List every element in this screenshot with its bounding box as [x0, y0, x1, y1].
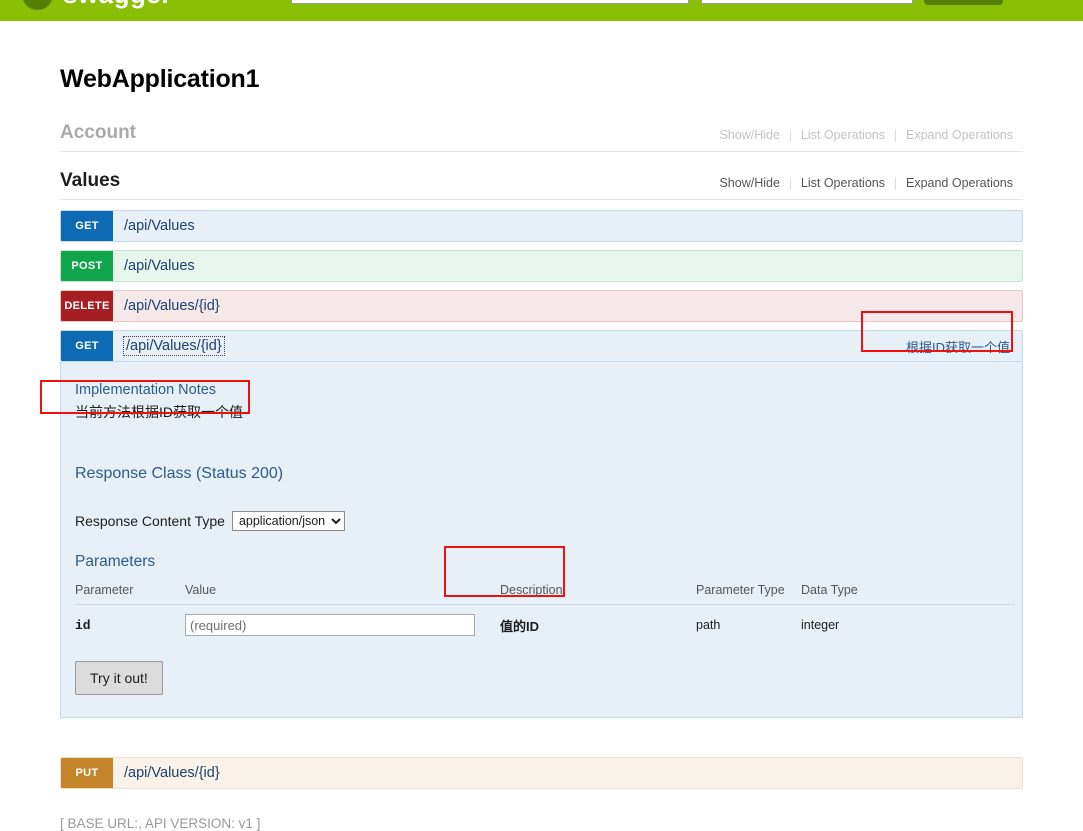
endpoint-get-values: GET /api/Values — [60, 210, 1023, 242]
try-it-out-button[interactable]: Try it out! — [75, 661, 163, 695]
method-badge-get: GET — [61, 331, 113, 361]
cell-parameter-description: 值的ID — [500, 618, 540, 634]
explore-form: Explore — [291, 0, 1004, 5]
table-header-row: Parameter Value Description Parameter Ty… — [75, 580, 1015, 605]
operation-path[interactable]: /api/Values/{id} — [124, 765, 220, 781]
response-content-type-label: Response Content Type — [75, 513, 225, 529]
cell-parameter-type: path — [696, 618, 721, 632]
list-operations-link-values[interactable]: List Operations — [791, 176, 895, 190]
footer-base-url-label: BASE URL: — [67, 816, 139, 831]
method-badge-put: PUT — [61, 758, 113, 788]
operation-path[interactable]: /api/Values/{id} — [124, 298, 220, 314]
th-parameter-type: Parameter Type — [696, 580, 801, 605]
resource-ops-links-values: Show/Hide List Operations Expand Operati… — [709, 176, 1023, 192]
response-class-heading: Response Class (Status 200) — [75, 465, 284, 482]
swagger-topbar: {…} swagger Explore — [0, 0, 1083, 21]
th-parameter: Parameter — [75, 580, 185, 605]
footer-open-bracket: [ — [60, 816, 64, 831]
method-badge-delete: DELETE — [61, 291, 113, 321]
operation-details-panel: Implementation Notes 当前方法根据ID获取一个值 Respo… — [60, 362, 1023, 718]
th-description: Description — [500, 580, 696, 605]
response-content-type-row: Response Content Type application/json — [75, 511, 1022, 531]
api-key-input[interactable] — [701, 0, 913, 4]
method-badge-post: POST — [61, 251, 113, 281]
show-hide-link-values[interactable]: Show/Hide — [709, 176, 789, 190]
operation-row[interactable]: GET /api/Values — [60, 210, 1023, 242]
endpoint-list: GET /api/Values POST /api/Values DELETE … — [60, 210, 1023, 789]
endpoint-get-values-id: GET /api/Values/{id} 根据ID获取一个值 Implement… — [60, 330, 1023, 718]
response-content-type-select[interactable]: application/json — [231, 511, 345, 531]
implementation-notes-text: 当前方法根据ID获取一个值 — [75, 404, 243, 420]
operation-path[interactable]: /api/Values — [124, 258, 195, 274]
resource-values: Values Show/Hide List Operations Expand … — [60, 170, 1023, 789]
endpoint-post-values: POST /api/Values — [60, 250, 1023, 282]
operation-row[interactable]: DELETE /api/Values/{id} — [60, 290, 1023, 322]
resource-account: Account Show/Hide List Operations Expand… — [60, 122, 1023, 152]
endpoint-delete-values-id: DELETE /api/Values/{id} — [60, 290, 1023, 322]
th-data-type: Data Type — [801, 580, 1015, 605]
resource-ops-links-account: Show/Hide List Operations Expand Operati… — [709, 128, 1023, 144]
page-title: WebApplication1 — [60, 65, 260, 93]
expand-operations-link-account[interactable]: Expand Operations — [896, 128, 1023, 142]
operation-row[interactable]: POST /api/Values — [60, 250, 1023, 282]
cell-data-type: integer — [801, 618, 840, 632]
footer-info: [ BASE URL:, API VERSION: v1 ] — [60, 816, 1023, 831]
endpoint-put-values-id: PUT /api/Values/{id} — [60, 757, 1023, 789]
swagger-brace-icon: {…} — [22, 0, 53, 10]
footer-close-bracket: ] — [256, 816, 261, 831]
footer-api-version-value: v1 — [238, 816, 253, 831]
resource-heading-values[interactable]: Values — [60, 170, 120, 192]
method-badge-get: GET — [61, 211, 113, 241]
operation-row[interactable]: PUT /api/Values/{id} — [60, 757, 1023, 789]
explore-button[interactable]: Explore — [924, 0, 1004, 5]
table-row: id 值的ID path integer — [75, 605, 1015, 643]
swagger-logo[interactable]: {…} swagger — [22, 0, 172, 10]
cell-parameter-value — [185, 605, 500, 643]
footer-comma: , — [138, 816, 142, 831]
parameters-heading: Parameters — [75, 553, 156, 570]
operation-row-expanded[interactable]: GET /api/Values/{id} 根据ID获取一个值 — [60, 330, 1023, 362]
swagger-logo-text: swagger — [63, 0, 172, 10]
swagger-ui-body: WebApplication1 Account Show/Hide List O… — [0, 21, 1083, 831]
cell-parameter-name: id — [75, 617, 91, 633]
expand-operations-link-values[interactable]: Expand Operations — [896, 176, 1023, 190]
implementation-notes-heading: Implementation Notes — [75, 382, 217, 398]
list-operations-link-account[interactable]: List Operations — [791, 128, 895, 142]
operation-path[interactable]: /api/Values/{id} — [123, 336, 225, 356]
parameters-table: Parameter Value Description Parameter Ty… — [75, 580, 1015, 642]
operation-path[interactable]: /api/Values — [124, 218, 195, 234]
parameter-value-input[interactable] — [185, 614, 475, 636]
th-value: Value — [185, 580, 500, 605]
operation-summary: 根据ID获取一个值 — [905, 339, 1010, 355]
resource-heading-account[interactable]: Account — [60, 122, 136, 144]
spec-url-input[interactable] — [291, 0, 689, 4]
show-hide-link-account[interactable]: Show/Hide — [709, 128, 789, 142]
footer-api-version-label: API VERSION: — [144, 816, 235, 831]
